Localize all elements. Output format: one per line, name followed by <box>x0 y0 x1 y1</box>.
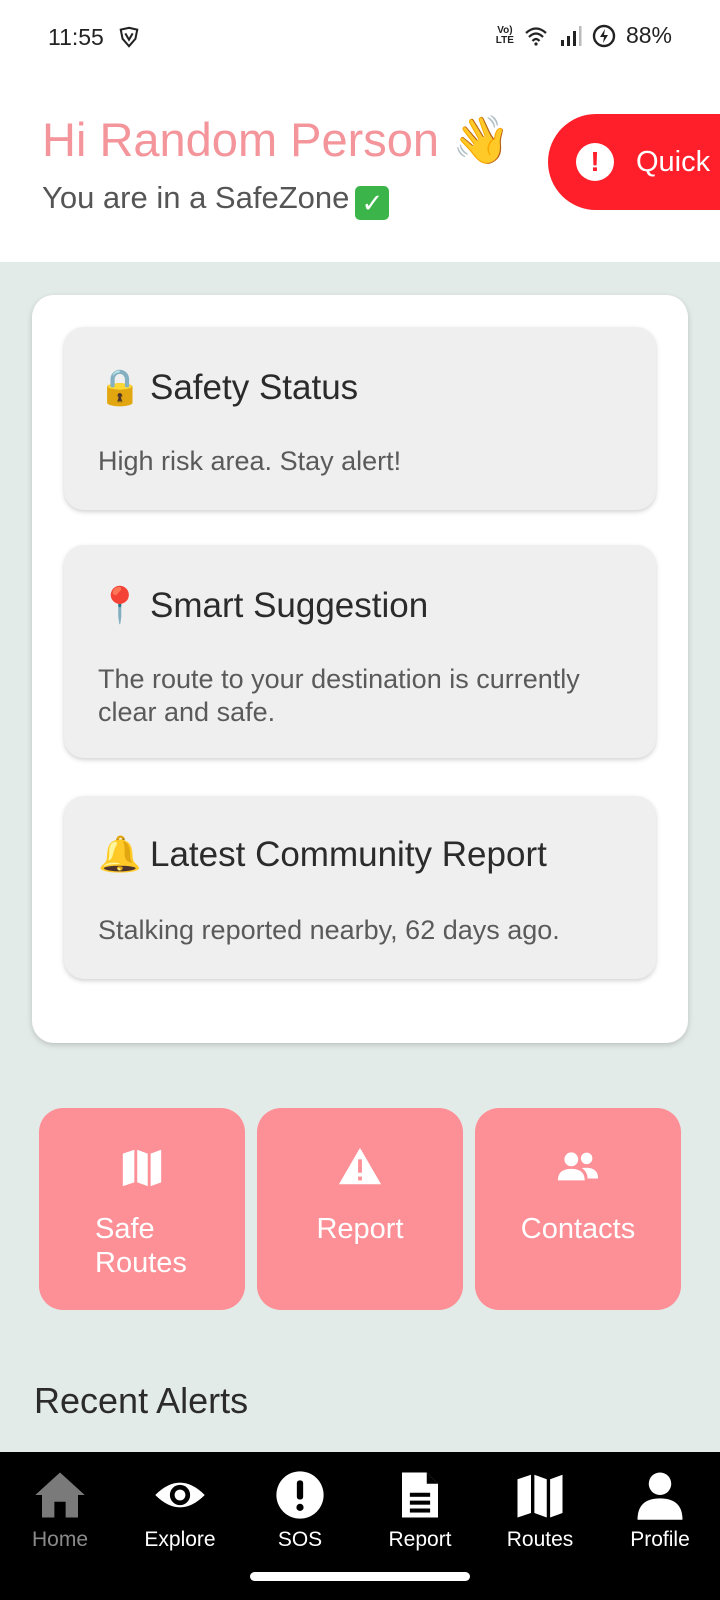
nav-profile[interactable]: Profile <box>600 1468 720 1552</box>
nav-label: Routes <box>506 1528 574 1551</box>
alert-circle-icon <box>276 1471 324 1519</box>
signal-icon <box>560 25 582 46</box>
action-label: Contacts <box>520 1213 636 1245</box>
wave-emoji: 👋 <box>452 113 511 166</box>
action-label: Report <box>316 1213 404 1245</box>
home-icon <box>35 1472 85 1518</box>
battery-saver-icon <box>592 24 616 47</box>
safety-status-card[interactable]: 🔒 Safety Status High risk area. Stay aler… <box>64 327 656 510</box>
nav-sos[interactable]: SOS <box>240 1468 360 1552</box>
greeting: Hi Random Person 👋 <box>42 113 511 166</box>
card-title: Latest Community Report <box>150 835 547 874</box>
warning-icon <box>338 1147 382 1185</box>
card-title: Safety Status <box>150 368 359 407</box>
pin-icon: 📍 <box>98 586 142 625</box>
eye-icon <box>155 1482 205 1508</box>
quick-button-label: Quick <box>636 145 711 178</box>
lock-icon: 🔒 <box>98 368 142 407</box>
nav-label: Home <box>31 1528 89 1551</box>
status-time: 11:55 <box>48 24 104 50</box>
card-body: The route to your destination is current… <box>98 664 580 727</box>
community-report-card[interactable]: 🔔 Latest Community Report Stalking report… <box>64 796 656 979</box>
vpn-shield-icon <box>119 26 139 48</box>
card-body: High risk area. Stay alert! <box>98 446 402 476</box>
safety-overview-card: 🔒 Safety Status High risk area. Stay aler… <box>32 295 688 1043</box>
safe-routes-button[interactable]: Safe Routes <box>39 1108 245 1310</box>
quick-sos-button[interactable]: ! Quick <box>548 114 720 210</box>
card-body: Stalking reported nearby, 62 days ago. <box>98 915 560 945</box>
map-icon <box>517 1474 563 1518</box>
recent-alerts-heading: Recent Alerts <box>34 1380 249 1421</box>
nav-explore[interactable]: Explore <box>120 1468 240 1552</box>
map-icon <box>122 1149 162 1187</box>
contacts-button[interactable]: Contacts <box>475 1108 681 1310</box>
status-bar: 11:55 Vo) LTE 88% <box>0 0 720 76</box>
check-icon: ✓ <box>355 186 390 220</box>
bell-icon: 🔔 <box>98 835 142 874</box>
users-icon <box>557 1152 599 1181</box>
header: Hi Random Person 👋 You are in a SafeZone… <box>0 76 720 262</box>
nav-routes[interactable]: Routes <box>480 1468 600 1552</box>
volte-indicator: Vo) LTE <box>495 24 514 46</box>
nav-label: SOS <box>277 1528 323 1551</box>
exclamation-icon: ! <box>576 143 614 181</box>
safezone-status: You are in a SafeZone ✓ <box>42 180 390 220</box>
smart-suggestion-card[interactable]: 📍 Smart Suggestion The route to your dest… <box>64 545 656 758</box>
nav-report[interactable]: Report <box>360 1468 480 1552</box>
nav-home[interactable]: Home <box>0 1468 120 1552</box>
nav-label: Report <box>388 1528 452 1551</box>
user-icon <box>637 1472 683 1520</box>
home-gesture-bar[interactable] <box>250 1572 470 1581</box>
wifi-icon <box>525 26 547 46</box>
document-icon <box>402 1472 438 1518</box>
nav-label: Explore <box>144 1528 216 1551</box>
card-title: Smart Suggestion <box>150 586 429 625</box>
report-button[interactable]: Report <box>257 1108 463 1310</box>
battery-level: 88% <box>625 22 672 48</box>
action-label: Safe Routes <box>95 1213 187 1279</box>
nav-label: Profile <box>630 1528 690 1551</box>
